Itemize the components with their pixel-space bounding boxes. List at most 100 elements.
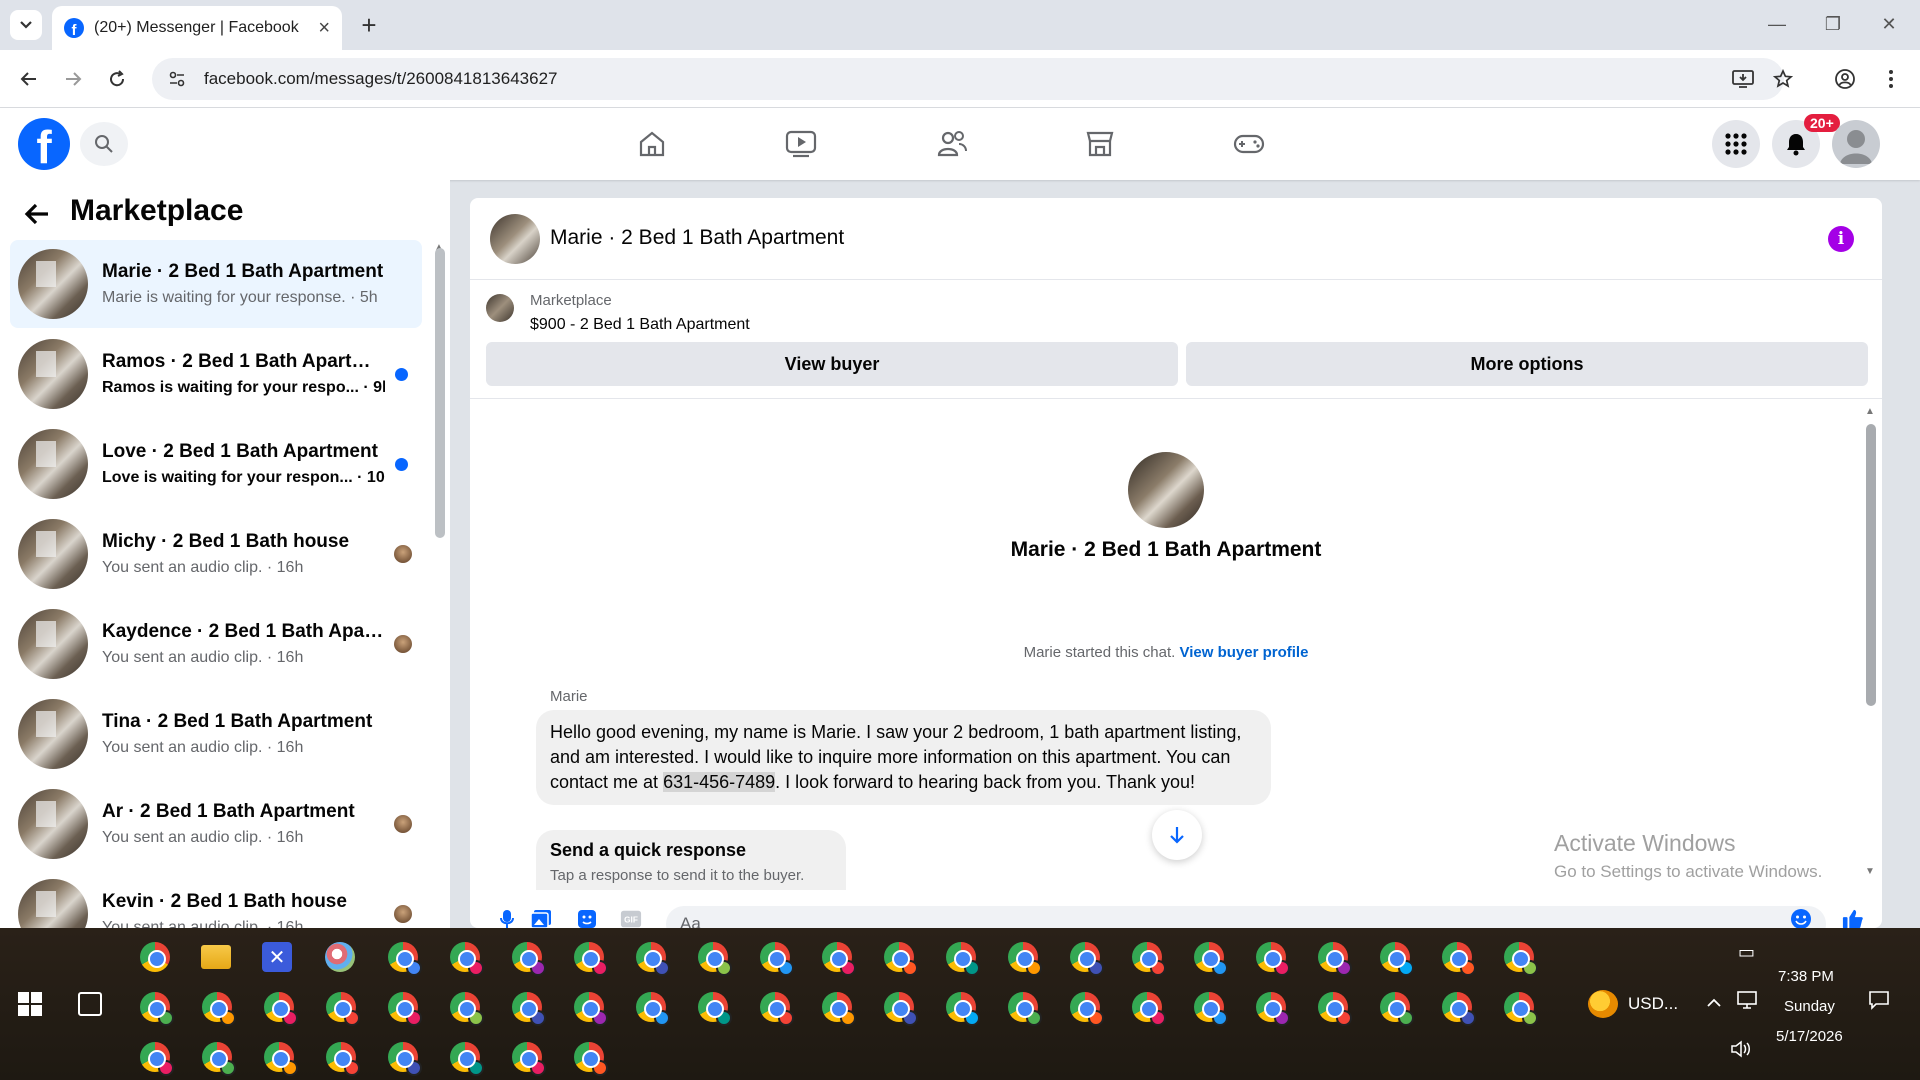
sticker-icon[interactable]: [576, 908, 598, 928]
weather-icon[interactable]: [1588, 990, 1618, 1018]
scrollbar-thumb[interactable]: [435, 248, 445, 538]
chrome-profile-icon[interactable]: [326, 992, 360, 1026]
bookmark-star-icon[interactable]: [1766, 62, 1800, 96]
video-icon[interactable]: [781, 124, 821, 164]
buyer-avatar[interactable]: [1128, 452, 1204, 528]
chrome-profile-icon[interactable]: [450, 992, 484, 1026]
conversation-item[interactable]: Love · 2 Bed 1 Bath Apartment Love is wa…: [10, 420, 422, 508]
chrome-profile-icon[interactable]: [140, 1042, 174, 1076]
conversation-item[interactable]: Tina · 2 Bed 1 Bath Apartment You sent a…: [10, 690, 422, 778]
conversation-item[interactable]: Ramos · 2 Bed 1 Bath Apartment Ramos is …: [10, 330, 422, 418]
chrome-profile-icon[interactable]: [388, 942, 422, 976]
install-app-icon[interactable]: [1726, 62, 1760, 96]
close-window-button[interactable]: ✕: [1866, 8, 1912, 40]
chrome-profile-icon[interactable]: [388, 992, 422, 1026]
search-button[interactable]: [80, 122, 128, 166]
scroll-to-bottom-button[interactable]: [1152, 810, 1202, 860]
chrome-profile-icon[interactable]: [264, 1042, 298, 1076]
chrome-profile-icon[interactable]: [636, 992, 670, 1026]
chrome-profile-icon[interactable]: [1504, 942, 1538, 976]
conversation-item[interactable]: Ar · 2 Bed 1 Bath Apartment You sent an …: [10, 780, 422, 868]
reload-button[interactable]: [100, 62, 134, 96]
chat-title[interactable]: Marie · 2 Bed 1 Bath Apartment: [550, 226, 844, 250]
menu-grid-button[interactable]: [1712, 120, 1760, 168]
account-avatar[interactable]: [1832, 120, 1880, 168]
minimize-button[interactable]: —: [1754, 8, 1800, 40]
windows-start-icon[interactable]: [18, 992, 42, 1016]
chrome-profile-icon[interactable]: [202, 992, 236, 1026]
task-view-icon[interactable]: [78, 992, 102, 1016]
listing-title[interactable]: $900 - 2 Bed 1 Bath Apartment: [530, 316, 750, 334]
network-icon[interactable]: [1736, 990, 1758, 1015]
chrome-profile-icon[interactable]: [388, 1042, 422, 1076]
chrome-profile-icon[interactable]: [1442, 942, 1476, 976]
conversation-item[interactable]: Michy · 2 Bed 1 Bath house You sent an a…: [10, 510, 422, 598]
gaming-icon[interactable]: [1229, 124, 1269, 164]
notification-center-icon[interactable]: [1868, 990, 1890, 1015]
chrome-profile-icon[interactable]: [512, 1042, 546, 1076]
facebook-logo-icon[interactable]: f: [18, 118, 70, 170]
chrome-profile-icon[interactable]: [1132, 992, 1166, 1026]
profile-icon[interactable]: [1828, 62, 1862, 96]
chrome-profile-icon[interactable]: [698, 992, 732, 1026]
chrome-profile-icon[interactable]: [1504, 992, 1538, 1026]
chrome-profile-icon[interactable]: [884, 992, 918, 1026]
forward-button[interactable]: [56, 62, 90, 96]
meet-now-icon[interactable]: ▭: [1738, 942, 1755, 963]
chrome-profile-icon[interactable]: [1318, 942, 1352, 976]
chrome-profile-icon[interactable]: [574, 992, 608, 1026]
chrome-profile-icon[interactable]: [1008, 992, 1042, 1026]
chrome-profile-icon[interactable]: [202, 1042, 236, 1076]
chrome-profile-icon[interactable]: [574, 942, 608, 976]
back-arrow-icon[interactable]: [24, 200, 50, 234]
chrome-profile-icon[interactable]: [1194, 942, 1228, 976]
emoji-icon[interactable]: [1790, 908, 1812, 928]
chrome-profile-icon[interactable]: [326, 1042, 360, 1076]
chrome-profile-icon[interactable]: [450, 942, 484, 976]
back-button[interactable]: [12, 62, 46, 96]
clock-day[interactable]: Sunday: [1784, 998, 1835, 1015]
chrome-profile-icon[interactable]: [1380, 992, 1414, 1026]
chrome-profile-icon[interactable]: [512, 942, 546, 976]
chrome-profile-icon[interactable]: [946, 942, 980, 976]
paint-icon[interactable]: [325, 942, 355, 972]
chrome-profile-icon[interactable]: [822, 992, 856, 1026]
conversation-item[interactable]: Marie · 2 Bed 1 Bath Apartment Marie is …: [10, 240, 422, 328]
view-buyer-button[interactable]: View buyer: [486, 342, 1178, 386]
chrome-profile-icon[interactable]: [1442, 992, 1476, 1026]
chrome-profile-icon[interactable]: [1318, 992, 1352, 1026]
conversation-item[interactable]: Kevin · 2 Bed 1 Bath house You sent an a…: [10, 870, 422, 928]
quick-response-card[interactable]: Send a quick response Tap a response to …: [536, 830, 846, 890]
restore-button[interactable]: ❐: [1810, 8, 1856, 40]
chrome-profile-icon[interactable]: [1256, 942, 1290, 976]
more-options-button[interactable]: More options: [1186, 342, 1868, 386]
chat-avatar[interactable]: [490, 214, 540, 264]
chrome-profile-icon[interactable]: [946, 992, 980, 1026]
chrome-profile-icon[interactable]: [140, 992, 174, 1026]
address-bar[interactable]: facebook.com/messages/t/2600841813643627: [152, 58, 1784, 100]
browser-tab-active[interactable]: f (20+) Messenger | Facebook ×: [52, 6, 342, 50]
close-tab-icon[interactable]: ×: [318, 18, 330, 38]
phone-number[interactable]: 631-456-7489: [663, 772, 776, 792]
clock-date[interactable]: 5/17/2026: [1776, 1028, 1843, 1045]
view-buyer-profile-link[interactable]: View buyer profile: [1179, 644, 1308, 661]
scroll-up-arrow-icon[interactable]: ▲: [1865, 406, 1875, 417]
microphone-icon[interactable]: [496, 908, 518, 928]
conversation-item[interactable]: Kaydence · 2 Bed 1 Bath Apart... You sen…: [10, 600, 422, 688]
chrome-profile-icon[interactable]: [698, 942, 732, 976]
chrome-profile-icon[interactable]: [636, 942, 670, 976]
gif-icon[interactable]: GIF: [620, 908, 642, 928]
app-icon[interactable]: ✕: [262, 942, 292, 972]
tab-search-dropdown[interactable]: [10, 10, 42, 40]
message-input[interactable]: Aa: [666, 906, 1826, 928]
info-icon[interactable]: i: [1828, 226, 1854, 252]
marketplace-icon[interactable]: [1080, 124, 1120, 164]
new-tab-button[interactable]: +: [354, 10, 384, 40]
chrome-profile-icon[interactable]: [1008, 942, 1042, 976]
chrome-profile-icon[interactable]: [512, 992, 546, 1026]
friends-icon[interactable]: [932, 124, 972, 164]
scrollbar-thumb[interactable]: [1866, 424, 1876, 706]
browser-menu-icon[interactable]: [1874, 62, 1908, 96]
scroll-down-arrow-icon[interactable]: ▼: [1865, 866, 1875, 877]
chrome-profile-icon[interactable]: [760, 942, 794, 976]
